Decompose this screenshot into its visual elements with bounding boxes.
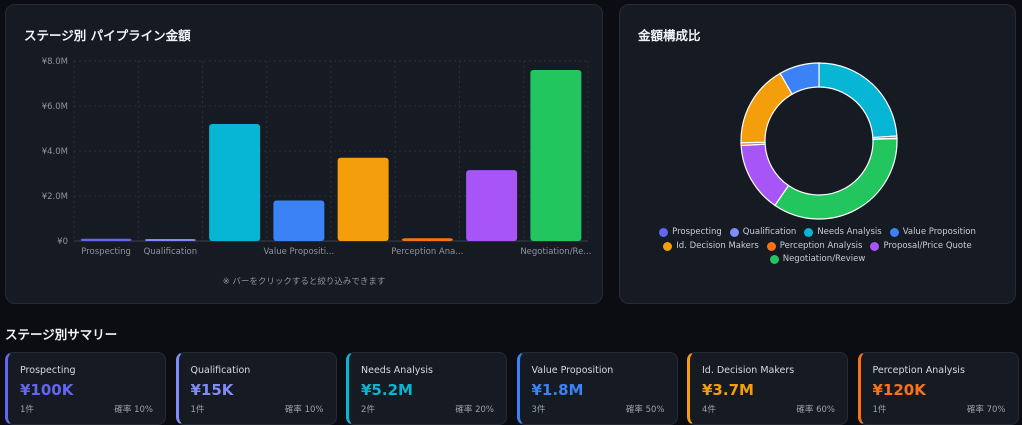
legend-item-id-decision-makers[interactable]: Id. Decision Makers	[663, 240, 759, 254]
legend-label: Prospecting	[672, 227, 722, 237]
summary-probability: 確率 10%	[114, 405, 153, 415]
legend-swatch	[659, 228, 669, 238]
y-tick-label: ¥6.0M	[42, 102, 68, 112]
legend-swatch	[663, 241, 673, 251]
legend-label: Negotiation/Review	[782, 254, 866, 264]
legend-swatch	[889, 228, 899, 238]
legend-swatch	[729, 228, 739, 238]
summary-amount: ¥5.2M	[361, 381, 413, 399]
summary-section-title: ステージ別サマリー	[5, 327, 118, 342]
composition-donut-chart	[740, 62, 898, 220]
summary-card[interactable]: Id. Decision Makers ¥3.7M 4件 確率 60%	[687, 352, 848, 425]
bar-click-hint: ※ バーをクリックすると絞り込みできます	[222, 277, 386, 287]
bar-proposal-price-quote[interactable]	[466, 170, 518, 241]
legend-item-qualification[interactable]: Qualification	[729, 226, 797, 240]
legend-label: Needs Analysis	[817, 227, 882, 237]
donut-slice-negotiation-review[interactable]	[774, 137, 898, 220]
summary-probability: 確率 60%	[796, 405, 835, 415]
summary-stage-name: Perception Analysis	[872, 365, 965, 376]
summary-deal-count: 1件	[20, 405, 34, 415]
x-tick-label: Perception Ana...	[391, 247, 463, 257]
summary-stage-name: Id. Decision Makers	[702, 365, 795, 376]
summary-amount: ¥15K	[190, 381, 234, 399]
x-tick-label: Value Propositi...	[264, 247, 335, 257]
summary-deal-count: 1件	[190, 405, 205, 415]
summary-card[interactable]: Perception Analysis ¥120K 1件 確率 70%	[857, 352, 1019, 425]
summary-probability: 確率 10%	[284, 405, 324, 415]
legend-swatch	[769, 255, 779, 265]
summary-deal-count: 3件	[531, 405, 546, 415]
bar-needs-analysis[interactable]	[209, 124, 261, 241]
y-tick-label: ¥8.0M	[42, 57, 68, 67]
legend-label: Value Proposition	[902, 227, 976, 237]
bar-prospecting[interactable]	[80, 238, 132, 241]
y-tick-label: ¥2.0M	[42, 192, 68, 202]
legend-item-negotiation-review[interactable]: Negotiation/Review	[769, 253, 866, 267]
x-tick-label: Qualification	[144, 247, 198, 257]
summary-card[interactable]: Prospecting ¥100K 1件 確率 10%	[5, 352, 166, 425]
summary-amount: ¥120K	[872, 381, 926, 399]
summary-card[interactable]: Needs Analysis ¥5.2M 2件 確率 20%	[346, 352, 507, 425]
summary-deal-count: 1件	[872, 405, 887, 415]
legend-label: Perception Analysis	[779, 240, 863, 251]
legend-swatch	[804, 228, 814, 238]
summary-stage-name: Prospecting	[20, 365, 76, 376]
summary-deal-count: 2件	[361, 405, 375, 415]
x-tick-label: Negotiation/Re...	[520, 247, 591, 257]
legend-swatch	[870, 241, 880, 251]
legend-label: Qualification	[742, 227, 797, 237]
donut-slice-id-decision-makers[interactable]	[740, 72, 793, 144]
y-tick-label: ¥0	[57, 237, 68, 247]
y-tick-label: ¥4.0M	[42, 147, 68, 157]
summary-stage-name: Qualification	[190, 365, 251, 376]
summary-card[interactable]: Value Proposition ¥1.8M 3件 確率 50%	[516, 352, 678, 425]
summary-stage-name: Value Proposition	[531, 365, 614, 376]
bar-qualification[interactable]	[144, 239, 196, 241]
summary-amount: ¥100K	[20, 381, 74, 399]
summary-stage-name: Needs Analysis	[361, 365, 433, 376]
bar-id-decision-makers[interactable]	[337, 157, 389, 241]
legend-item-value-proposition[interactable]: Value Proposition	[889, 226, 976, 240]
summary-card[interactable]: Qualification ¥15K 1件 確率 10%	[175, 352, 337, 425]
donut-legend: Prospecting Qualification Needs Analysis Va…	[630, 226, 1005, 267]
legend-item-proposal-price-quote[interactable]: Proposal/Price Quote	[870, 240, 972, 254]
bar-perception-analysis[interactable]	[401, 238, 453, 241]
summary-deal-count: 4件	[702, 405, 716, 415]
legend-label: Id. Decision Makers	[676, 240, 759, 251]
pipeline-bar-chart-card: ステージ別 パイプライン金額 ¥0 ¥2.0M ¥4.0M ¥6.0M ¥8.0M Pro…	[5, 4, 603, 304]
pipeline-bar-chart: ¥0 ¥2.0M ¥4.0M ¥6.0M ¥8.0M Prospecting Qualifi…	[42, 57, 592, 257]
donut-slice-proposal-price-quote[interactable]	[740, 143, 790, 207]
summary-probability: 確率 20%	[455, 405, 494, 415]
bar-value-proposition[interactable]	[273, 200, 325, 242]
legend-item-prospecting[interactable]: Prospecting	[659, 226, 722, 240]
summary-probability: 確率 50%	[625, 405, 665, 415]
legend-label: Proposal/Price Quote	[883, 240, 972, 251]
bar-negotiation-review[interactable]	[530, 70, 582, 241]
x-tick-label: Prospecting	[81, 247, 131, 257]
legend-item-perception-analysis[interactable]: Perception Analysis	[766, 240, 863, 254]
donut-slice-needs-analysis[interactable]	[818, 62, 898, 139]
summary-amount: ¥1.8M	[531, 381, 584, 399]
legend-swatch	[766, 241, 776, 251]
summary-probability: 確率 70%	[966, 405, 1006, 415]
composition-donut-card: 金額構成比 Prospecting Qualification Needs Anal…	[619, 4, 1016, 304]
summary-amount: ¥3.7M	[702, 381, 754, 399]
legend-item-needs-analysis[interactable]: Needs Analysis	[804, 226, 882, 240]
